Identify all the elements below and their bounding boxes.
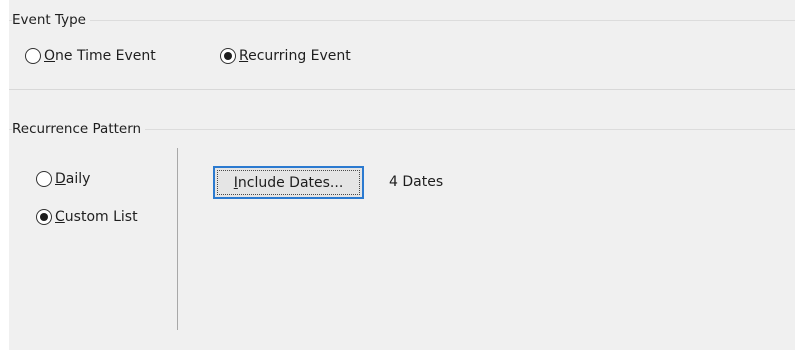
daily-radio[interactable]: Daily: [36, 171, 90, 187]
recurrence-pattern-group-title: Recurrence Pattern: [12, 121, 146, 137]
include-dates-button[interactable]: Include Dates...: [213, 166, 364, 199]
recurrence-settings-panel: Event Type One Time Event Recurring Even…: [9, 0, 795, 350]
include-dates-button-label: Include Dates...: [233, 174, 344, 191]
daily-radio-circle: [36, 171, 52, 187]
custom-list-radio[interactable]: Custom List: [36, 209, 138, 225]
event-type-group-title: Event Type: [12, 12, 90, 28]
recurring-event-radio-circle: [220, 48, 236, 64]
one-time-event-radio-circle: [25, 48, 41, 64]
dates-count-label: 4 Dates: [389, 174, 444, 190]
custom-list-label: Custom List: [55, 209, 138, 225]
event-type-group-border: [9, 20, 795, 21]
recurring-event-label: Recurring Event: [239, 48, 351, 64]
daily-label: Daily: [55, 171, 91, 187]
vertical-divider: [177, 148, 178, 330]
recurring-event-radio[interactable]: Recurring Event: [220, 48, 351, 64]
custom-list-radio-circle: [36, 209, 52, 225]
group-separator: [9, 89, 795, 90]
one-time-event-label: One Time Event: [44, 48, 156, 64]
one-time-event-radio[interactable]: One Time Event: [25, 48, 156, 64]
